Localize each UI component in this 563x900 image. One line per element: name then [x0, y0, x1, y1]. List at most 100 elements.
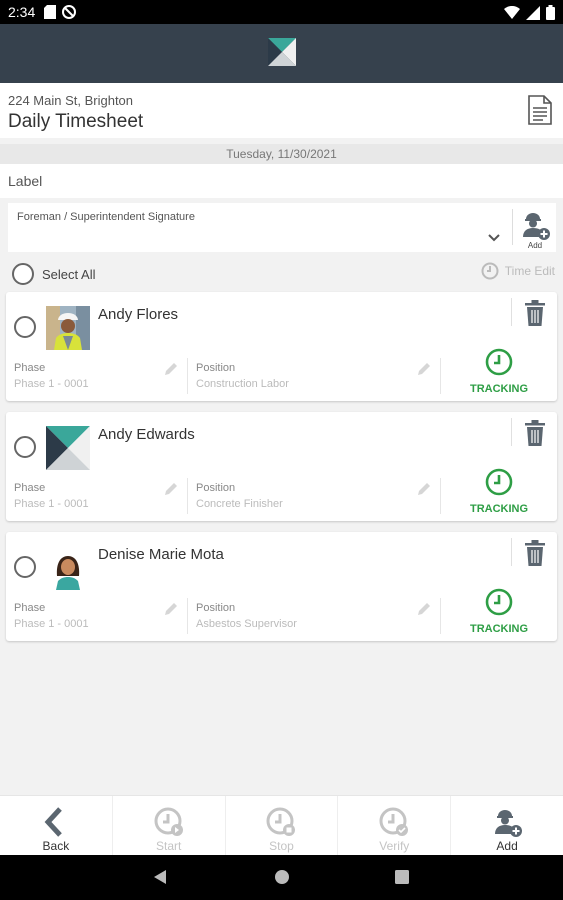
clock-icon [485, 468, 513, 496]
chevron-down-icon[interactable] [488, 233, 500, 243]
employee-select-radio[interactable] [14, 436, 36, 458]
app-logo-icon [268, 38, 296, 66]
trash-icon[interactable] [524, 420, 546, 446]
status-time: 2:34 [8, 4, 36, 20]
avatar [46, 426, 90, 470]
divider [511, 418, 512, 446]
employee-card[interactable]: Andy Flores Phase Phase 1 - 0001 Positio… [6, 292, 557, 401]
pencil-icon[interactable] [417, 482, 431, 496]
pencil-icon[interactable] [164, 482, 178, 496]
app-bar [0, 24, 563, 83]
divider [187, 358, 188, 394]
signature-dropdown[interactable]: Foreman / Superintendent Signature Add [8, 203, 556, 252]
divider [440, 478, 441, 514]
divider [511, 298, 512, 326]
time-edit-button[interactable]: Time Edit [481, 262, 555, 280]
employee-select-radio[interactable] [14, 316, 36, 338]
stop-button[interactable]: Stop [226, 796, 339, 855]
add-employee-button[interactable]: Add [451, 796, 563, 855]
time-edit-label: Time Edit [504, 264, 555, 278]
nav-recents-icon[interactable] [394, 869, 410, 885]
document-icon[interactable] [527, 95, 553, 125]
sd-card-icon [44, 5, 56, 19]
clock-start-icon [154, 807, 183, 836]
phase-value[interactable]: Phase 1 - 0001 [14, 618, 89, 630]
wifi-icon [504, 6, 520, 19]
signal-icon [526, 5, 540, 20]
tracking-label: TRACKING [469, 623, 529, 635]
divider [187, 598, 188, 634]
select-all[interactable]: Select All [12, 263, 95, 285]
nav-home-icon[interactable] [274, 869, 290, 885]
tracking-status[interactable]: TRACKING [464, 348, 534, 395]
add-label: Add [496, 839, 518, 853]
position-label: Position [196, 602, 236, 614]
clock-icon [485, 348, 513, 376]
add-person-icon [495, 810, 523, 837]
pencil-icon[interactable] [417, 362, 431, 376]
tracking-status[interactable]: TRACKING [464, 468, 534, 515]
pencil-icon[interactable] [417, 602, 431, 616]
employee-name: Denise Marie Mota [98, 546, 224, 563]
divider [440, 358, 441, 394]
battery-icon [546, 5, 555, 20]
avatar [46, 546, 90, 590]
clock-stop-icon [266, 807, 296, 836]
position-value[interactable]: Concrete Finisher [196, 498, 283, 510]
phase-label: Phase [14, 362, 46, 374]
system-nav-bar [0, 855, 563, 900]
divider [187, 478, 188, 514]
employee-card[interactable]: Andy Edwards Phase Phase 1 - 0001 Positi… [6, 412, 557, 521]
trash-icon[interactable] [524, 300, 546, 326]
position-label: Position [196, 482, 236, 494]
employee-select-radio[interactable] [14, 556, 36, 578]
job-address: 224 Main St, Brighton [8, 93, 134, 108]
divider [440, 598, 441, 634]
verify-button[interactable]: Verify [338, 796, 452, 855]
clock-icon [481, 262, 499, 280]
label-text: Label [8, 173, 43, 189]
no-sync-icon [62, 5, 76, 19]
bottom-action-bar: Back Start Stop Verify Add [0, 795, 563, 855]
job-header: 224 Main St, Brighton Daily Timesheet [0, 83, 563, 138]
position-value[interactable]: Asbestos Supervisor [196, 618, 297, 630]
start-button[interactable]: Start [113, 796, 226, 855]
nav-back-icon[interactable] [153, 869, 167, 885]
back-label: Back [42, 839, 70, 853]
start-label: Start [156, 839, 182, 853]
trash-icon[interactable] [524, 540, 546, 566]
status-bar: 2:34 [0, 0, 563, 24]
pencil-icon[interactable] [164, 602, 178, 616]
phase-value[interactable]: Phase 1 - 0001 [14, 378, 89, 390]
employee-name: Andy Flores [98, 306, 179, 323]
page-title: Daily Timesheet [8, 111, 144, 132]
clock-verify-icon [379, 807, 409, 836]
add-person-icon [523, 213, 550, 240]
back-arrow-icon [44, 807, 62, 837]
back-button[interactable]: Back [0, 796, 113, 855]
divider [512, 209, 513, 245]
employee-name: Andy Edwards [98, 426, 195, 443]
phase-label: Phase [14, 602, 46, 614]
position-value[interactable]: Construction Labor [196, 378, 289, 390]
tracking-status[interactable]: TRACKING [464, 588, 534, 635]
add-signer-label: Add [527, 241, 543, 250]
employee-card[interactable]: Denise Marie Mota Phase Phase 1 - 0001 P… [6, 532, 557, 641]
phase-value[interactable]: Phase 1 - 0001 [14, 498, 89, 510]
date-bar: Tuesday, 11/30/2021 [0, 144, 563, 164]
signature-label: Foreman / Superintendent Signature [17, 211, 195, 223]
label-row[interactable]: Label [0, 164, 563, 198]
select-all-label: Select All [42, 266, 96, 282]
avatar [46, 306, 90, 350]
divider [511, 538, 512, 566]
clock-icon [485, 588, 513, 616]
phase-label: Phase [14, 482, 46, 494]
tracking-label: TRACKING [469, 383, 529, 395]
verify-label: Verify [379, 839, 410, 853]
stop-label: Stop [269, 839, 294, 853]
pencil-icon[interactable] [164, 362, 178, 376]
select-all-radio[interactable] [12, 263, 34, 285]
tracking-label: TRACKING [469, 503, 529, 515]
position-label: Position [196, 362, 236, 374]
add-signer-button[interactable]: Add [516, 207, 554, 250]
